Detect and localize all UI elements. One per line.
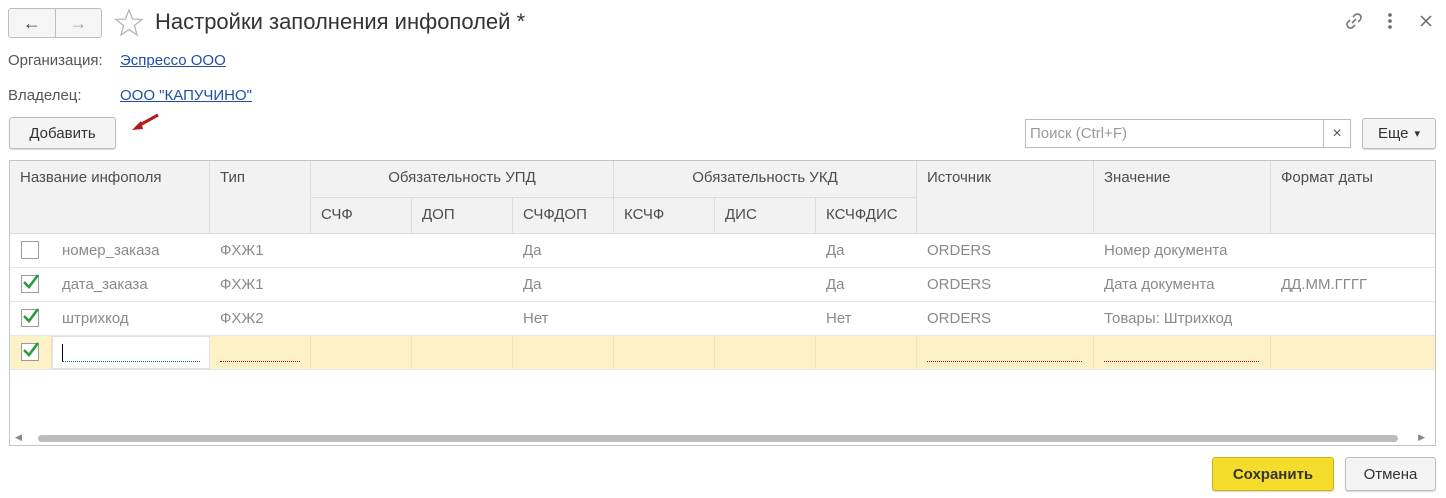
back-button[interactable]: ← bbox=[9, 9, 55, 37]
cell-schfdop[interactable]: Нет bbox=[513, 302, 549, 335]
cell-source[interactable] bbox=[917, 336, 1094, 369]
row-checkbox[interactable] bbox=[21, 241, 39, 259]
more-vertical-icon bbox=[1388, 13, 1392, 29]
cell-source[interactable]: ORDERS bbox=[917, 268, 991, 301]
cell-source[interactable]: ORDERS bbox=[917, 234, 991, 267]
clear-search-button[interactable]: × bbox=[1323, 120, 1350, 147]
header-upd-group: Обязательность УПД bbox=[311, 161, 614, 198]
cell-dop[interactable] bbox=[412, 336, 513, 369]
table-row[interactable]: номер_заказа ФХЖ1 Да Да ORDERS Номер док… bbox=[10, 234, 1435, 268]
value-required-underline bbox=[1104, 361, 1259, 362]
cancel-button[interactable]: Отмена bbox=[1345, 457, 1436, 491]
cell-kschfdis[interactable]: Да bbox=[816, 268, 845, 301]
cell-name[interactable]: дата_заказа bbox=[52, 268, 148, 301]
cell-type[interactable]: ФХЖ1 bbox=[210, 268, 264, 301]
header-dop[interactable]: ДОП bbox=[412, 198, 513, 234]
header-value[interactable]: Значение bbox=[1094, 161, 1271, 234]
add-button[interactable]: Добавить bbox=[9, 117, 116, 149]
scroll-left-icon[interactable]: ◀ bbox=[15, 432, 22, 443]
header-kschfdis[interactable]: КСЧФДИС bbox=[816, 198, 917, 234]
horizontal-scrollbar[interactable]: ◀ ▶ bbox=[10, 431, 1435, 445]
name-edit-input[interactable] bbox=[52, 336, 210, 369]
close-icon: × bbox=[1332, 124, 1342, 142]
header-ukd-group: Обязательность УКД bbox=[614, 161, 917, 198]
checkmark-icon bbox=[23, 342, 40, 357]
checkmark-icon bbox=[23, 274, 40, 289]
cell-type[interactable]: ФХЖ2 bbox=[210, 302, 264, 335]
infofields-table[interactable]: Название инфополя Тип Обязательность УПД… bbox=[9, 160, 1436, 446]
cell-date-format[interactable] bbox=[1271, 336, 1435, 369]
more-actions-button[interactable]: Еще ▾ bbox=[1362, 118, 1436, 149]
cell-schf[interactable] bbox=[311, 336, 412, 369]
search-input[interactable] bbox=[1026, 120, 1323, 147]
close-button[interactable] bbox=[1415, 10, 1437, 32]
cell-dis[interactable] bbox=[715, 336, 816, 369]
checkmark-icon bbox=[23, 308, 40, 323]
cell-date-format[interactable] bbox=[1271, 234, 1281, 267]
cell-date-format[interactable]: ДД.ММ.ГГГГ bbox=[1271, 268, 1367, 301]
header-date-format[interactable]: Формат даты bbox=[1271, 161, 1435, 234]
name-edit-underline bbox=[62, 361, 200, 362]
owner-link[interactable]: ООО "КАПУЧИНО" bbox=[120, 87, 252, 104]
row-checkbox[interactable] bbox=[21, 274, 40, 293]
forward-button[interactable]: → bbox=[54, 9, 102, 37]
header-source[interactable]: Источник bbox=[917, 161, 1094, 234]
save-button[interactable]: Сохранить bbox=[1212, 457, 1334, 491]
cell-value[interactable]: Дата документа bbox=[1094, 268, 1215, 301]
favorite-button[interactable] bbox=[114, 8, 144, 38]
header-schf[interactable]: СЧФ bbox=[311, 198, 412, 234]
cell-date-format[interactable] bbox=[1271, 302, 1281, 335]
cell-value[interactable]: Товары: Штрихкод bbox=[1094, 302, 1232, 335]
header-type[interactable]: Тип bbox=[210, 161, 311, 234]
header-schfdop[interactable]: СЧФДОП bbox=[513, 198, 614, 234]
cell-schfdop[interactable] bbox=[513, 336, 614, 369]
row-checkbox[interactable] bbox=[21, 342, 40, 361]
cell-kschfdis[interactable]: Да bbox=[816, 234, 845, 267]
cell-schfdop[interactable]: Да bbox=[513, 234, 542, 267]
arrow-right-icon: → bbox=[69, 12, 88, 33]
cell-value[interactable]: Номер документа bbox=[1094, 234, 1227, 267]
annotation-arrow bbox=[132, 113, 159, 130]
cell-value[interactable] bbox=[1094, 336, 1271, 369]
link-button[interactable] bbox=[1343, 10, 1365, 32]
cell-type[interactable] bbox=[210, 336, 311, 369]
page-title: Настройки заполнения инфополей * bbox=[155, 9, 526, 34]
star-icon bbox=[114, 8, 144, 37]
type-required-underline bbox=[220, 361, 300, 362]
cell-source[interactable]: ORDERS bbox=[917, 302, 991, 335]
cell-type[interactable]: ФХЖ1 bbox=[210, 234, 264, 267]
more-actions-label: Еще bbox=[1377, 125, 1409, 142]
search-field[interactable]: × bbox=[1025, 119, 1351, 148]
header-kschf[interactable]: КСЧФ bbox=[614, 198, 715, 234]
header-dis[interactable]: ДИС bbox=[715, 198, 816, 234]
scroll-thumb[interactable] bbox=[38, 435, 1398, 442]
cell-name[interactable]: номер_заказа bbox=[52, 234, 159, 267]
text-cursor bbox=[62, 344, 63, 361]
cell-kschfdis[interactable]: Нет bbox=[816, 302, 852, 335]
cell-name[interactable]: штрихкод bbox=[52, 302, 129, 335]
cell-kschfdis[interactable] bbox=[816, 336, 917, 369]
owner-label: Владелец: bbox=[8, 87, 82, 104]
link-icon bbox=[1346, 13, 1362, 29]
header-name[interactable]: Название инфополя bbox=[10, 161, 210, 234]
navigation-buttons: ← → bbox=[8, 8, 102, 38]
close-icon bbox=[1420, 15, 1432, 27]
scroll-right-icon[interactable]: ▶ bbox=[1418, 432, 1425, 443]
table-row-editing[interactable] bbox=[10, 336, 1435, 370]
arrow-left-icon: ← bbox=[22, 12, 41, 33]
more-menu-button[interactable] bbox=[1379, 10, 1401, 32]
table-row[interactable]: штрихкод ФХЖ2 Нет Нет ORDERS Товары: Штр… bbox=[10, 302, 1435, 336]
row-checkbox[interactable] bbox=[21, 308, 40, 327]
cell-schfdop[interactable]: Да bbox=[513, 268, 542, 301]
source-required-underline bbox=[927, 361, 1082, 362]
organization-link[interactable]: Эспрессо ООО bbox=[120, 52, 226, 69]
chevron-down-icon: ▾ bbox=[1414, 128, 1421, 140]
organization-label: Организация: bbox=[8, 52, 103, 69]
table-row[interactable]: дата_заказа ФХЖ1 Да Да ORDERS Дата докум… bbox=[10, 268, 1435, 302]
cell-kschf[interactable] bbox=[614, 336, 715, 369]
